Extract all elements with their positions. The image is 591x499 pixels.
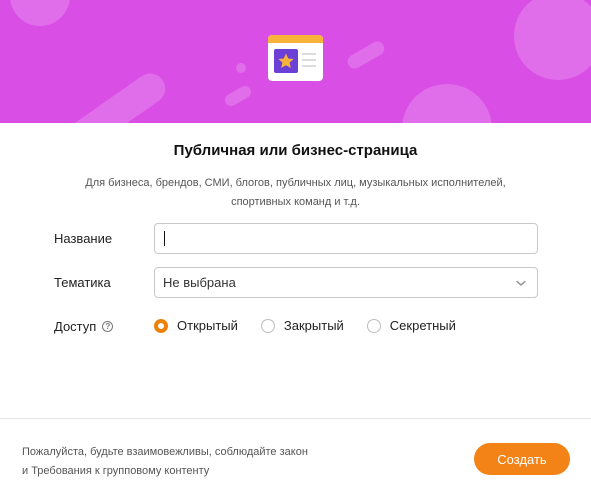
card-text-line [302, 65, 316, 67]
decor-dot [236, 63, 246, 73]
radio-selected-indicator[interactable] [154, 318, 168, 333]
card-text-line [302, 53, 316, 55]
text-caret [164, 231, 165, 246]
radio-label: Открытый [177, 318, 238, 333]
card-text-line [302, 59, 316, 61]
subtitle-line: спортивных команд и т.д. [231, 196, 360, 208]
topic-select[interactable]: Не выбрана [154, 267, 538, 298]
footer-divider [0, 418, 591, 419]
help-icon[interactable]: ? [102, 321, 114, 332]
access-radio-group: Открытый Закрытый Секретный [154, 318, 479, 333]
subtitle-line: Для бизнеса, брендов, СМИ, блогов, публи… [85, 177, 506, 189]
header-banner [0, 0, 591, 123]
decor-circle [10, 0, 70, 26]
access-label: Доступ [54, 319, 97, 334]
radio-label: Секретный [389, 318, 456, 333]
footer-note-line: Пожалуйста, будьте взаимовежливы, соблюд… [22, 446, 308, 458]
decor-circle [402, 84, 492, 123]
name-input[interactable] [154, 223, 538, 254]
dialog-title: Публичная или бизнес-страница [173, 142, 418, 159]
chevron-down-icon [515, 277, 527, 292]
access-label-row: Доступ ? [54, 319, 114, 334]
create-button[interactable]: Создать [474, 443, 570, 475]
dialog-subtitle: Для бизнеса, брендов, СМИ, блогов, публи… [60, 174, 531, 212]
card-header-bar [268, 35, 323, 43]
access-option-secret[interactable]: Секретный [366, 318, 456, 333]
topic-label: Тематика [54, 275, 111, 290]
radio-indicator[interactable] [366, 318, 381, 333]
name-label: Название [54, 231, 113, 246]
business-page-illustration-icon [268, 35, 323, 81]
decor-stroke [222, 83, 254, 109]
decor-stroke [30, 67, 172, 123]
decor-circle [514, 0, 591, 80]
footer-note: Пожалуйста, будьте взаимовежливы, соблюд… [22, 443, 308, 481]
radio-label: Закрытый [283, 318, 344, 333]
access-option-open[interactable]: Открытый [154, 318, 238, 333]
access-option-closed[interactable]: Закрытый [260, 318, 344, 333]
footer-note-line: и Требования к групповому контенту [22, 465, 210, 477]
star-icon [274, 49, 298, 73]
radio-indicator[interactable] [260, 318, 275, 333]
decor-stroke [345, 38, 387, 72]
topic-select-value: Не выбрана [163, 275, 236, 290]
